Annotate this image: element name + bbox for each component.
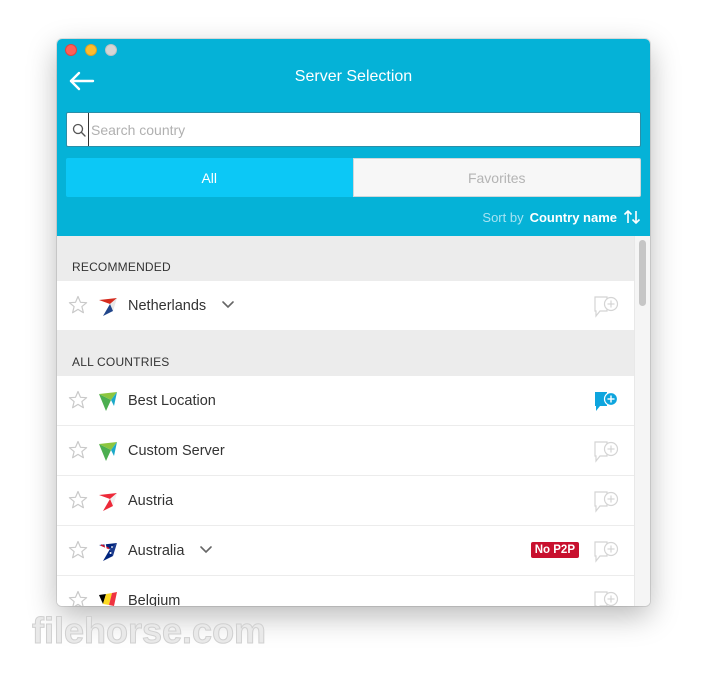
section-header-recommended: RECOMMENDED [57,236,634,281]
location-add-icon[interactable] [594,489,620,513]
location-add-icon[interactable] [594,294,620,318]
scrollbar-thumb[interactable] [639,240,646,306]
list-item[interactable]: Best Location [57,376,634,426]
australia-flag-icon [99,543,117,561]
country-name: Australia [128,542,185,559]
no-p2p-badge: No P2P [530,542,579,558]
country-name: Austria [128,492,174,509]
maximize-window-button[interactable] [105,44,117,56]
sort-value[interactable]: Country name [530,210,617,225]
location-add-icon[interactable] [594,439,620,463]
search-input[interactable] [88,113,636,146]
window-controls [65,44,117,56]
country-name: Belgium [128,592,181,607]
sort-control[interactable]: Sort by Country name [482,209,641,225]
location-add-icon[interactable] [594,539,620,563]
tab-all[interactable]: All [66,158,353,197]
austria-flag-icon [99,493,117,511]
star-outline-icon[interactable] [68,590,88,606]
star-outline-icon[interactable] [68,390,88,410]
hma-logo-icon [99,442,117,461]
list-item[interactable]: Australia No P2P [57,526,634,576]
app-window: Server Selection All Favorites Sort by C… [57,39,650,606]
country-name: Netherlands [128,297,207,314]
watermark-text: filehorse.com [32,611,266,651]
sort-arrows-icon[interactable] [623,209,641,225]
star-outline-icon[interactable] [68,440,88,460]
list-scrollbar[interactable] [634,236,650,606]
location-add-icon[interactable] [594,589,620,606]
netherlands-flag-icon [99,298,117,316]
filehorse-watermark: filehorse.com [32,611,267,651]
sort-label: Sort by [482,209,524,225]
tab-favorites[interactable]: Favorites [352,158,641,197]
hma-logo-icon [99,392,117,411]
location-add-icon[interactable] [594,389,620,413]
star-outline-icon[interactable] [68,540,88,560]
star-outline-icon[interactable] [68,490,88,510]
close-window-button[interactable] [65,44,77,56]
filter-tabs: All Favorites [66,158,641,197]
country-name: Custom Server [128,442,225,459]
list-item[interactable]: Custom Server [57,426,634,476]
header: Server Selection All Favorites Sort by C… [57,39,650,236]
search-icon [72,123,86,137]
country-name: Best Location [128,392,216,409]
section-header-all-countries: ALL COUNTRIES [57,331,634,376]
minimize-window-button[interactable] [85,44,97,56]
chevron-down-icon[interactable] [199,545,213,555]
page-title: Server Selection [294,68,413,85]
list-item[interactable]: Belgium [57,576,634,606]
server-list: RECOMMENDED Netherlands ALL COUNTRIES Be… [57,236,634,606]
star-outline-icon[interactable] [68,295,88,315]
chevron-down-icon[interactable] [221,300,235,310]
list-item[interactable]: Austria [57,476,634,526]
list-item[interactable]: Netherlands [57,281,634,331]
search-box [66,112,641,147]
belgium-flag-icon [99,592,117,606]
